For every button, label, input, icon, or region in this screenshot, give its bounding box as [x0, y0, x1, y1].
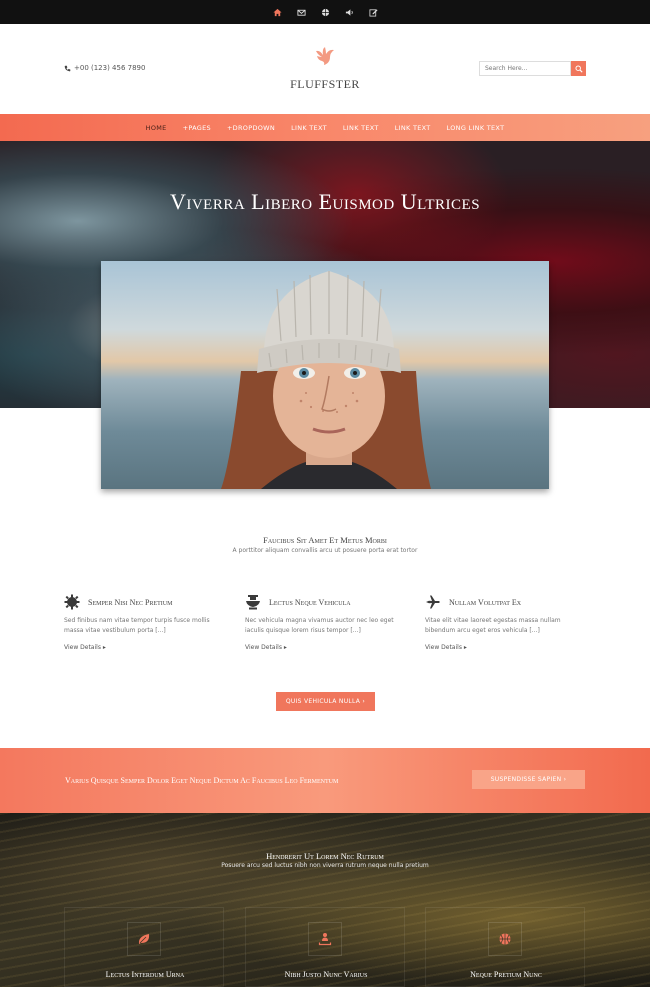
brand-name: FLUFFSTER [290, 77, 360, 91]
site-header: +00 (123) 456 7890 FLUFFSTER [0, 24, 650, 114]
service-title: Nibh Justo Nunc Varius [284, 970, 368, 979]
service-title: Lectus Interdum Urna [105, 970, 185, 979]
gear-icon [64, 594, 80, 610]
service-card[interactable]: Nibh Justo Nunc Varius [245, 907, 405, 987]
service-title: Neque Pretium Nunc [470, 970, 542, 979]
dark-section-title: Hendrerit Ut Lorem Nec Rutrum [266, 851, 384, 861]
feature-card: Lectus Neque Vehicula Nec vehicula magna… [245, 593, 405, 651]
volume-icon[interactable] [342, 5, 356, 19]
phone-contact: +00 (123) 456 7890 [64, 64, 145, 72]
view-details-link[interactable]: View Details ▸ [425, 644, 585, 651]
site-logo[interactable]: FLUFFSTER [275, 44, 375, 92]
nav-item-link-3[interactable]: LINK TEXT [395, 124, 431, 132]
edit-icon[interactable] [366, 5, 380, 19]
nav-item-pages[interactable]: +PAGES [183, 124, 211, 132]
hero-title: Viverra Libero Euismod Ultrices [169, 189, 481, 214]
person-upload-icon [318, 933, 332, 946]
basketball-icon [499, 933, 511, 945]
main-nav: HOME +PAGES +DROPDOWN LINK TEXT LINK TEX… [0, 114, 650, 141]
search-input[interactable] [479, 61, 571, 76]
airplane-icon [426, 595, 440, 609]
search-form [479, 61, 586, 76]
nav-item-dropdown[interactable]: +DROPDOWN [227, 124, 275, 132]
nav-item-link-1[interactable]: LINK TEXT [291, 124, 327, 132]
leaf-icon [138, 934, 150, 944]
nav-item-link-2[interactable]: LINK TEXT [343, 124, 379, 132]
feature-title: Semper Nisi Nec Pretium [88, 597, 173, 607]
feature-title: Lectus Neque Vehicula [269, 597, 351, 607]
mortar-icon [246, 595, 260, 610]
home-icon[interactable] [270, 5, 284, 19]
cta-text: Varius Quisque Semper Dolor Eget Neque D… [65, 776, 339, 785]
cta-band: Varius Quisque Semper Dolor Eget Neque D… [0, 748, 650, 813]
nav-item-home[interactable]: HOME [146, 124, 167, 132]
service-card[interactable]: Neque Pretium Nunc [425, 907, 585, 987]
feature-title: Nullam Volutpat Ex [449, 597, 522, 607]
phone-number: +00 (123) 456 7890 [74, 64, 146, 72]
view-details-link[interactable]: View Details ▸ [64, 644, 224, 651]
dark-section-subtitle: Posuere arcu sed luctus nibh non viverra… [221, 862, 429, 869]
view-details-link[interactable]: View Details ▸ [245, 644, 405, 651]
feature-text: Nec vehicula magna vivamus auctor nec le… [245, 617, 394, 634]
search-button[interactable] [571, 61, 586, 76]
search-icon [574, 64, 583, 73]
service-card[interactable]: Lectus Interdum Urna [64, 907, 224, 987]
suspendisse-button[interactable]: SUSPENDISSE SAPIEN › [472, 770, 585, 789]
feature-card: Nullam Volutpat Ex Vitae elit vitae laor… [425, 593, 585, 651]
bird-logo-icon [316, 47, 334, 65]
feature-card: Semper Nisi Nec Pretium Sed finibus nam … [64, 593, 224, 651]
globe-icon[interactable] [318, 5, 332, 19]
top-bar [0, 0, 650, 24]
quis-vehicula-button[interactable]: QUIS VEHICULA NULLA › [276, 692, 375, 711]
feature-text: Vitae elit vitae laoreet egestas massa n… [425, 617, 561, 634]
feature-text: Sed finibus nam vitae tempor turpis fusc… [64, 617, 210, 634]
nav-item-long-link[interactable]: LONG LINK TEXT [447, 124, 505, 132]
phone-icon [64, 65, 71, 71]
hero-photo [101, 261, 549, 489]
mail-icon[interactable] [294, 5, 308, 19]
intro-title: Faucibus Sit Amet Et Metus Morbi [263, 535, 387, 545]
intro-subtitle: A porttitor aliquam convallis arcu ut po… [232, 547, 418, 554]
